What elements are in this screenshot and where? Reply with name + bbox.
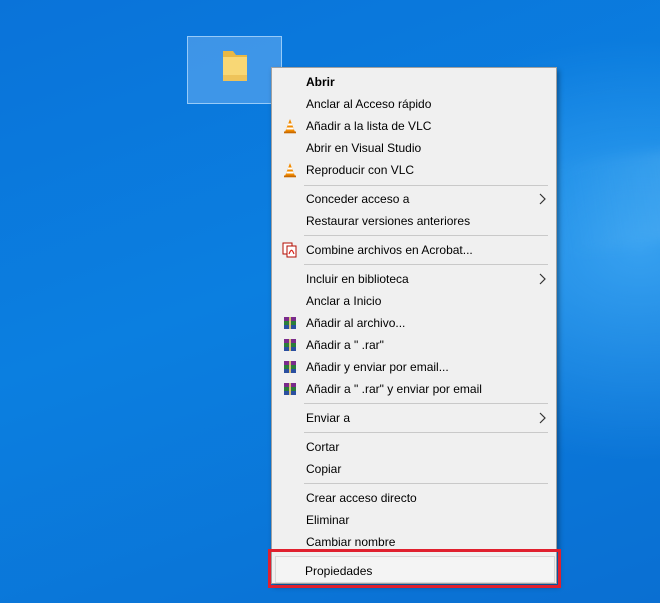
menu-item-rar-anadir[interactable]: Añadir a " .rar" (274, 334, 554, 356)
menu-separator (304, 185, 548, 186)
menu-item-label: Combine archivos en Acrobat... (306, 243, 473, 257)
winrar-books-icon (284, 339, 296, 351)
menu-item-label: Anclar al Acceso rápido (306, 97, 432, 111)
menu-separator (304, 432, 548, 433)
menu-item-anclar-inicio[interactable]: Anclar a Inicio (274, 290, 554, 312)
menu-item-abrir[interactable]: Abrir (274, 71, 554, 93)
menu-item-rar-email[interactable]: Añadir y enviar por email... (274, 356, 554, 378)
menu-item-label: Añadir a la lista de VLC (306, 119, 432, 133)
desktop-folder-selected[interactable] (187, 36, 282, 104)
menu-item-visual-studio[interactable]: Abrir en Visual Studio (274, 137, 554, 159)
menu-item-label: Anclar a Inicio (306, 294, 382, 308)
menu-item-anclar-acceso-rapido[interactable]: Anclar al Acceso rápido (274, 93, 554, 115)
menu-item-label: Abrir (306, 75, 335, 89)
menu-item-label: Abrir en Visual Studio (306, 141, 422, 155)
vlc-cone-icon (284, 119, 296, 134)
acrobat-combine-icon (282, 242, 297, 258)
menu-item-label: Enviar a (306, 411, 351, 425)
menu-item-copiar[interactable]: Copiar (274, 458, 554, 480)
menu-item-label: Incluir en biblioteca (306, 272, 409, 286)
menu-item-label: Conceder acceso a (306, 192, 410, 206)
vlc-cone-icon (284, 163, 296, 178)
menu-item-enviar-a[interactable]: Enviar a (274, 407, 554, 429)
menu-separator (304, 483, 548, 484)
menu-item-label: Restaurar versiones anteriores (306, 214, 471, 228)
folder-icon (223, 51, 247, 81)
menu-item-label: Eliminar (306, 513, 350, 527)
menu-item-crear-acceso-directo[interactable]: Crear acceso directo (274, 487, 554, 509)
winrar-books-icon (284, 317, 296, 329)
menu-item-label: Añadir al archivo... (306, 316, 406, 330)
menu-item-restaurar-versiones[interactable]: Restaurar versiones anteriores (274, 210, 554, 232)
menu-item-label: Crear acceso directo (306, 491, 417, 505)
menu-item-conceder-acceso[interactable]: Conceder acceso a (274, 188, 554, 210)
winrar-books-icon (284, 361, 296, 373)
menu-item-cortar[interactable]: Cortar (274, 436, 554, 458)
menu-item-label: Copiar (306, 462, 342, 476)
menu-item-eliminar[interactable]: Eliminar (274, 509, 554, 531)
chevron-right-icon (539, 193, 546, 205)
highlight-box (268, 549, 561, 588)
menu-item-incluir-biblioteca[interactable]: Incluir en biblioteca (274, 268, 554, 290)
menu-item-label: Cortar (306, 440, 340, 454)
menu-item-label: Añadir a " .rar" y enviar por email (306, 382, 482, 396)
menu-item-label: Añadir a " .rar" (306, 338, 384, 352)
menu-item-rar-archivo[interactable]: Añadir al archivo... (274, 312, 554, 334)
menu-item-vlc-play[interactable]: Reproducir con VLC (274, 159, 554, 181)
menu-separator (304, 403, 548, 404)
menu-item-acrobat-combine[interactable]: Combine archivos en Acrobat... (274, 239, 554, 261)
chevron-right-icon (539, 412, 546, 424)
menu-item-label: Añadir y enviar por email... (306, 360, 449, 374)
winrar-books-icon (284, 383, 296, 395)
menu-item-label: Reproducir con VLC (306, 163, 415, 177)
context-menu: Abrir Anclar al Acceso rápido Añadir a l… (271, 67, 557, 584)
menu-item-rar-anadir-email[interactable]: Añadir a " .rar" y enviar por email (274, 378, 554, 400)
wallpaper-light-beam (554, 135, 660, 255)
chevron-right-icon (539, 273, 546, 285)
menu-separator (304, 235, 548, 236)
menu-item-vlc-playlist[interactable]: Añadir a la lista de VLC (274, 115, 554, 137)
menu-separator (304, 264, 548, 265)
